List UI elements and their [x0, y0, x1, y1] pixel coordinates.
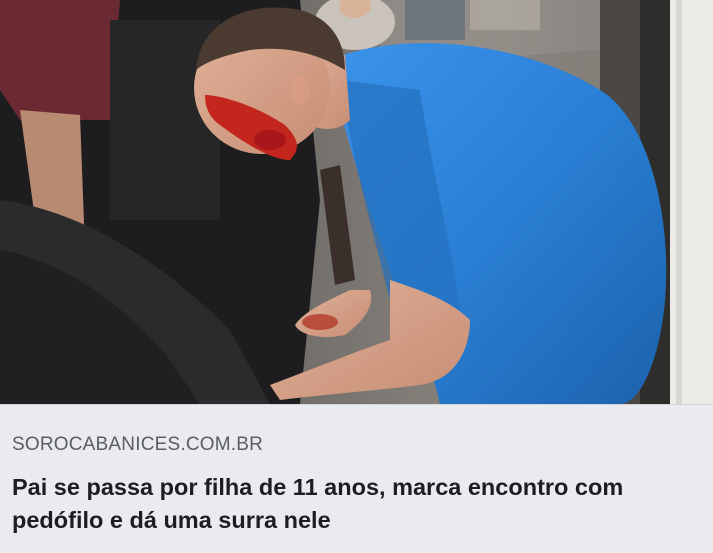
link-preview-card[interactable]: SOROCABANICES.COM.BR Pai se passa por fi…	[0, 0, 713, 553]
source-domain: SOROCABANICES.COM.BR	[12, 434, 264, 455]
article-headline[interactable]: Pai se passa por filha de 11 anos, marca…	[12, 471, 702, 537]
article-photo[interactable]	[0, 0, 713, 404]
link-preview-caption[interactable]: SOROCABANICES.COM.BR Pai se passa por fi…	[0, 404, 713, 553]
